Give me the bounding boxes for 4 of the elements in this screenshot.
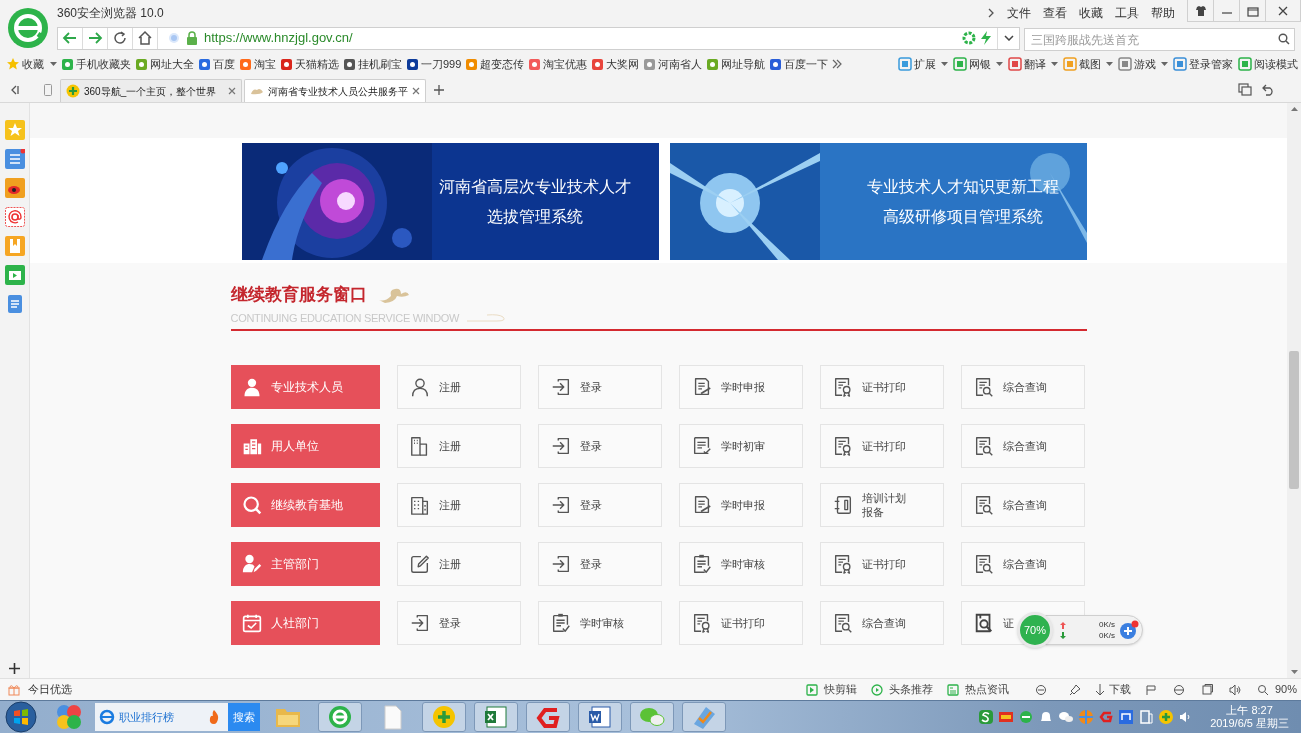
download-speed: 0K/s xyxy=(1099,630,1115,641)
section-title: 继续教育服务窗口 xyxy=(230,284,367,306)
window-title: 360安全浏览器 10.0 xyxy=(57,5,164,22)
upload-speed: 0K/s xyxy=(1099,619,1115,630)
